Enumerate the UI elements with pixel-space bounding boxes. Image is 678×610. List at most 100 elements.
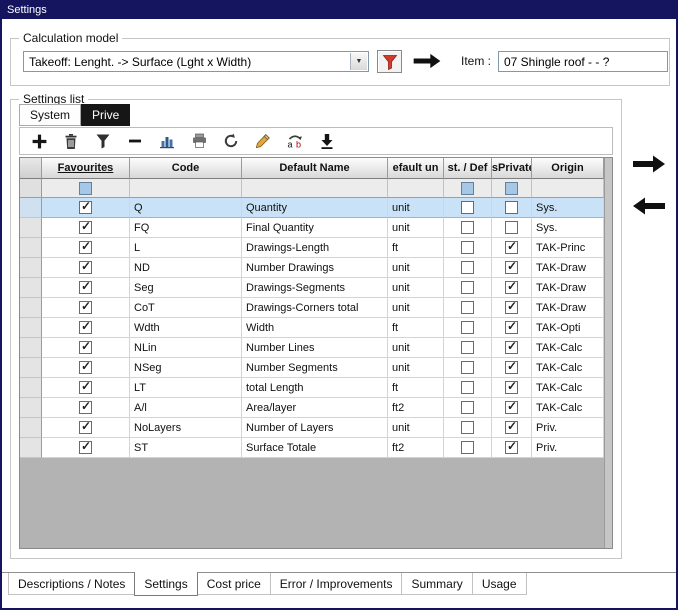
filter-button[interactable] <box>377 50 402 73</box>
table-row[interactable]: FQ Final Quantity unit Sys. <box>20 218 612 238</box>
est-def-checkbox[interactable] <box>461 441 474 454</box>
column-header-default-name[interactable]: Default Name <box>242 158 388 179</box>
move-right-button[interactable] <box>631 152 667 181</box>
default-unit-cell: ft2 <box>388 398 444 418</box>
est-def-checkbox[interactable] <box>461 341 474 354</box>
private-checkbox[interactable] <box>505 201 518 214</box>
private-checkbox[interactable] <box>505 381 518 394</box>
code-cell: NSeg <box>130 358 242 378</box>
table-row[interactable]: ST Surface Totale ft2 Priv. <box>20 438 612 458</box>
est-def-checkbox[interactable] <box>461 221 474 234</box>
favourites-select-all-checkbox[interactable] <box>79 182 92 195</box>
replace-button[interactable]: ab <box>284 130 306 152</box>
private-checkbox[interactable] <box>505 221 518 234</box>
tab-summary[interactable]: Summary <box>401 573 472 595</box>
remove-button[interactable] <box>124 130 146 152</box>
table-row[interactable]: L Drawings-Length ft TAK-Princ <box>20 238 612 258</box>
edit-button[interactable] <box>252 130 274 152</box>
tab-system[interactable]: System <box>19 104 81 126</box>
tab-cost-price[interactable]: Cost price <box>197 573 271 595</box>
delete-button[interactable] <box>60 130 82 152</box>
favourite-checkbox[interactable] <box>79 221 92 234</box>
favourite-checkbox[interactable] <box>79 441 92 454</box>
tab-settings[interactable]: Settings <box>134 572 197 596</box>
private-checkbox[interactable] <box>505 361 518 374</box>
refresh-button[interactable] <box>220 130 242 152</box>
calculation-model-combo[interactable]: Takeoff: Lenght. -> Surface (Lght x Widt… <box>23 51 369 72</box>
table-row[interactable]: A/l Area/layer ft2 TAK-Calc <box>20 398 612 418</box>
filter-grid-button[interactable] <box>92 130 114 152</box>
favourite-checkbox[interactable] <box>79 361 92 374</box>
favourite-checkbox[interactable] <box>79 381 92 394</box>
est-def-select-all-cell <box>444 179 492 198</box>
column-header-favourites[interactable]: Favourites <box>42 158 130 179</box>
table-row[interactable]: LT total Length ft TAK-Calc <box>20 378 612 398</box>
add-button[interactable] <box>28 130 50 152</box>
export-button[interactable] <box>316 130 338 152</box>
tab-usage[interactable]: Usage <box>472 573 527 595</box>
origin-cell: TAK-Calc <box>532 378 604 398</box>
table-row[interactable]: CoT Drawings-Corners total unit TAK-Draw <box>20 298 612 318</box>
tab-error-improvements[interactable]: Error / Improvements <box>270 573 403 595</box>
apply-model-button[interactable] <box>412 50 442 77</box>
est-def-checkbox[interactable] <box>461 281 474 294</box>
chart-button[interactable] <box>156 130 178 152</box>
column-header-is-private[interactable]: tsPrivate <box>492 158 532 179</box>
est-def-checkbox[interactable] <box>461 201 474 214</box>
column-header-origin[interactable]: Origin <box>532 158 604 179</box>
private-select-all-checkbox[interactable] <box>505 182 518 195</box>
est-def-checkbox[interactable] <box>461 301 474 314</box>
table-row[interactable]: ND Number Drawings unit TAK-Draw <box>20 258 612 278</box>
private-checkbox[interactable] <box>505 301 518 314</box>
move-left-button[interactable] <box>631 194 667 223</box>
est-def-checkbox[interactable] <box>461 361 474 374</box>
code-cell: Seg <box>130 278 242 298</box>
private-checkbox[interactable] <box>505 401 518 414</box>
est-def-checkbox[interactable] <box>461 321 474 334</box>
favourite-checkbox[interactable] <box>79 321 92 334</box>
column-header-est-def[interactable]: st. / Def <box>444 158 492 179</box>
tab-descriptions-notes[interactable]: Descriptions / Notes <box>8 573 135 595</box>
vertical-scrollbar[interactable] <box>604 158 612 548</box>
private-checkbox[interactable] <box>505 341 518 354</box>
favourite-checkbox[interactable] <box>79 341 92 354</box>
private-checkbox[interactable] <box>505 281 518 294</box>
chevron-down-icon[interactable]: ▼ <box>350 53 367 70</box>
default-unit-cell: unit <box>388 198 444 218</box>
column-header-default-unit[interactable]: efault un <box>388 158 444 179</box>
est-def-select-all-checkbox[interactable] <box>461 182 474 195</box>
table-row[interactable]: NLin Number Lines unit TAK-Calc <box>20 338 612 358</box>
private-checkbox[interactable] <box>505 421 518 434</box>
table-row[interactable]: Wdth Width ft TAK-Opti <box>20 318 612 338</box>
table-row[interactable]: NSeg Number Segments unit TAK-Calc <box>20 358 612 378</box>
arrow-left-icon <box>631 194 667 218</box>
favourite-checkbox[interactable] <box>79 201 92 214</box>
favourite-checkbox[interactable] <box>79 421 92 434</box>
default-name-cell: Area/layer <box>242 398 388 418</box>
private-checkbox[interactable] <box>505 321 518 334</box>
favourite-checkbox[interactable] <box>79 301 92 314</box>
private-cell <box>492 418 532 438</box>
est-def-checkbox[interactable] <box>461 401 474 414</box>
print-button[interactable] <box>188 130 210 152</box>
table-row[interactable]: Seg Drawings-Segments unit TAK-Draw <box>20 278 612 298</box>
table-row[interactable]: Q Quantity unit Sys. <box>20 198 612 218</box>
est-def-checkbox[interactable] <box>461 421 474 434</box>
private-checkbox[interactable] <box>505 261 518 274</box>
tab-prive[interactable]: Prive <box>81 104 130 126</box>
favourite-checkbox[interactable] <box>79 281 92 294</box>
origin-cell: TAK-Calc <box>532 398 604 418</box>
est-def-cell <box>444 398 492 418</box>
est-def-checkbox[interactable] <box>461 261 474 274</box>
default-unit-cell: unit <box>388 258 444 278</box>
private-checkbox[interactable] <box>505 241 518 254</box>
column-header-code[interactable]: Code <box>130 158 242 179</box>
est-def-checkbox[interactable] <box>461 241 474 254</box>
table-row[interactable]: NoLayers Number of Layers unit Priv. <box>20 418 612 438</box>
private-checkbox[interactable] <box>505 441 518 454</box>
favourite-checkbox[interactable] <box>79 261 92 274</box>
est-def-checkbox[interactable] <box>461 381 474 394</box>
favourite-checkbox[interactable] <box>79 241 92 254</box>
favourite-checkbox[interactable] <box>79 401 92 414</box>
item-field[interactable]: 07 Shingle roof - - ? <box>498 51 668 72</box>
